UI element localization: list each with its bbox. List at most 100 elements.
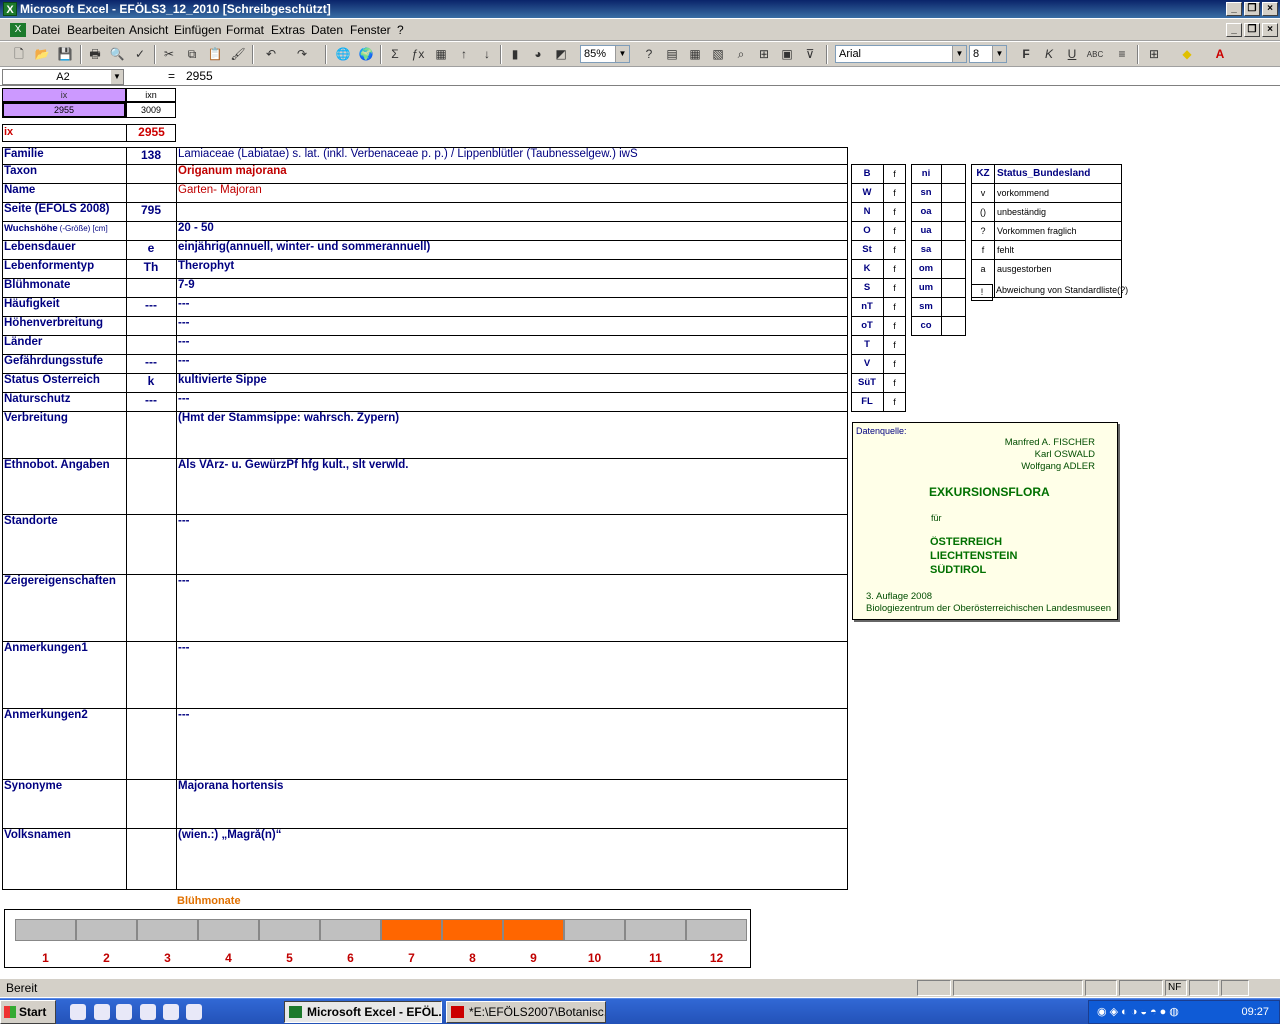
- row-value-2[interactable]: Garten- Majoran: [178, 184, 844, 196]
- region-status[interactable]: f: [883, 222, 905, 241]
- row-code-11[interactable]: ---: [126, 355, 176, 369]
- row-code-3[interactable]: 795: [126, 203, 176, 217]
- quicklaunch-ie-icon[interactable]: [70, 1004, 86, 1020]
- menu-format[interactable]: Format: [226, 23, 264, 37]
- row-value-12[interactable]: kultivierte Sippe: [178, 374, 844, 386]
- formula-equals[interactable]: =: [168, 69, 175, 83]
- fill-color-icon[interactable]: ◆: [1178, 46, 1196, 63]
- row-value-20[interactable]: Majorana hortensis: [178, 780, 844, 792]
- format-painter-icon[interactable]: 🖌: [229, 46, 247, 63]
- region-status[interactable]: f: [883, 374, 905, 393]
- row-value-15[interactable]: Als VArz- u. GewürzPf hfg kult., slt ver…: [178, 459, 844, 471]
- sort-asc-icon[interactable]: ↑: [455, 46, 473, 63]
- hyperlink-icon[interactable]: 🌐: [334, 46, 352, 63]
- region-status[interactable]: f: [883, 298, 905, 317]
- borders-icon[interactable]: ⊞: [1145, 46, 1163, 63]
- row-value-9[interactable]: ---: [178, 317, 844, 329]
- row-code-6[interactable]: Th: [126, 260, 176, 274]
- web-icon[interactable]: 🌍: [357, 46, 375, 63]
- bold-icon[interactable]: F: [1017, 46, 1035, 63]
- print-area-icon[interactable]: ▣: [778, 46, 796, 63]
- font-combo[interactable]: Arial ▼: [835, 45, 967, 63]
- doc-restore-button[interactable]: ❐: [1244, 23, 1260, 37]
- row-value-10[interactable]: ---: [178, 336, 844, 348]
- row-value-16[interactable]: ---: [178, 515, 844, 527]
- region-status-2[interactable]: [941, 298, 965, 317]
- region-status[interactable]: f: [883, 241, 905, 260]
- menu-extras[interactable]: Extras: [271, 23, 305, 37]
- quicklaunch-outlook-icon[interactable]: [163, 1004, 179, 1020]
- region-status-2[interactable]: [941, 203, 965, 222]
- close-button[interactable]: ×: [1262, 2, 1278, 16]
- menu-bearbeiten[interactable]: Bearbeiten: [67, 23, 125, 37]
- row-value-0[interactable]: Lamiaceae (Labiatae) s. lat. (inkl. Verb…: [178, 148, 844, 160]
- quicklaunch-browser-icon[interactable]: [140, 1004, 156, 1020]
- row-value-7[interactable]: 7-9: [178, 279, 844, 291]
- preview-icon[interactable]: 🔍: [108, 46, 126, 63]
- region-status-2[interactable]: [941, 222, 965, 241]
- region-status[interactable]: f: [883, 355, 905, 374]
- menu-einfuegen[interactable]: Einfügen: [174, 23, 221, 37]
- region-status[interactable]: f: [883, 203, 905, 222]
- zoom-combo[interactable]: 85% ▼: [580, 45, 630, 63]
- filter-icon[interactable]: ⊽: [801, 46, 819, 63]
- autosum-icon[interactable]: Σ: [386, 46, 404, 63]
- region-status[interactable]: f: [883, 260, 905, 279]
- worksheet[interactable]: ix ixn 2955 3009 ix 2955 Familie 138 Lamia…: [0, 86, 1280, 974]
- doc-minimize-button[interactable]: _: [1226, 23, 1242, 37]
- region-status[interactable]: f: [883, 279, 905, 298]
- save-icon[interactable]: 💾: [56, 46, 74, 63]
- region-status[interactable]: f: [883, 393, 905, 412]
- chevron-down-icon[interactable]: ▼: [952, 46, 966, 62]
- ixn-value[interactable]: 3009: [126, 102, 176, 118]
- task-excel[interactable]: Microsoft Excel - EFÖL...: [284, 1001, 442, 1023]
- menu-daten[interactable]: Daten: [311, 23, 343, 37]
- find-icon[interactable]: ⌕: [732, 46, 750, 63]
- row-value-8[interactable]: ---: [178, 298, 844, 310]
- menu-fenster[interactable]: Fenster: [350, 23, 391, 37]
- task-explorer[interactable]: *E:\EFÖLS2007\Botanisc...: [446, 1001, 606, 1023]
- row-code-0[interactable]: 138: [126, 148, 176, 162]
- function-icon[interactable]: ƒx: [409, 46, 427, 63]
- row-value-6[interactable]: Therophyt: [178, 260, 844, 272]
- region-status[interactable]: f: [883, 336, 905, 355]
- region-status-2[interactable]: [941, 317, 965, 336]
- print-icon[interactable]: 🖶: [86, 46, 104, 63]
- font-size-combo[interactable]: 8 ▼: [969, 45, 1007, 63]
- italic-icon[interactable]: K: [1040, 46, 1058, 63]
- row-value-1[interactable]: Origanum majorana: [178, 165, 844, 177]
- chevron-down-icon[interactable]: ▼: [111, 70, 123, 84]
- menu-ansicht[interactable]: Ansicht: [129, 23, 168, 37]
- name-box[interactable]: A2 ▼: [2, 69, 124, 85]
- cut-icon[interactable]: ✂: [160, 46, 178, 63]
- sort-desc-icon[interactable]: ↓: [478, 46, 496, 63]
- row-code-12[interactable]: k: [126, 374, 176, 388]
- grid-icon[interactable]: ▧: [709, 46, 727, 63]
- row-code-5[interactable]: e: [126, 241, 176, 255]
- chevron-down-icon[interactable]: ▼: [615, 46, 629, 62]
- drawing-icon[interactable]: ◩: [552, 46, 570, 63]
- row-value-21[interactable]: (wien.:) „Magrå(n)“: [178, 829, 844, 841]
- excel-icon[interactable]: X: [3, 2, 17, 16]
- region-status[interactable]: f: [883, 184, 905, 203]
- help-icon[interactable]: ?: [640, 46, 658, 63]
- font-color-icon[interactable]: A: [1211, 46, 1229, 63]
- region-status[interactable]: f: [883, 165, 905, 184]
- chevron-down-icon[interactable]: ▼: [992, 46, 1006, 62]
- minimize-button[interactable]: _: [1226, 2, 1242, 16]
- formula-input[interactable]: 2955: [186, 69, 213, 83]
- region-status-2[interactable]: [941, 260, 965, 279]
- workbook-icon[interactable]: X: [10, 23, 26, 37]
- form-icon[interactable]: ▤: [663, 46, 681, 63]
- region-status[interactable]: f: [883, 317, 905, 336]
- new-icon[interactable]: 🗋: [10, 46, 28, 63]
- copy-icon[interactable]: ⧉: [183, 46, 201, 63]
- row-value-14[interactable]: (Hmt der Stammsippe: wahrsch. Zypern): [178, 412, 844, 424]
- spelling-icon[interactable]: ✓: [131, 46, 149, 63]
- row-code-13[interactable]: ---: [126, 393, 176, 407]
- region-status-2[interactable]: [941, 184, 965, 203]
- strike-icon[interactable]: ABC: [1086, 46, 1104, 63]
- quicklaunch-media-icon[interactable]: [116, 1004, 132, 1020]
- region-status-2[interactable]: [941, 241, 965, 260]
- row-value-13[interactable]: ---: [178, 393, 844, 405]
